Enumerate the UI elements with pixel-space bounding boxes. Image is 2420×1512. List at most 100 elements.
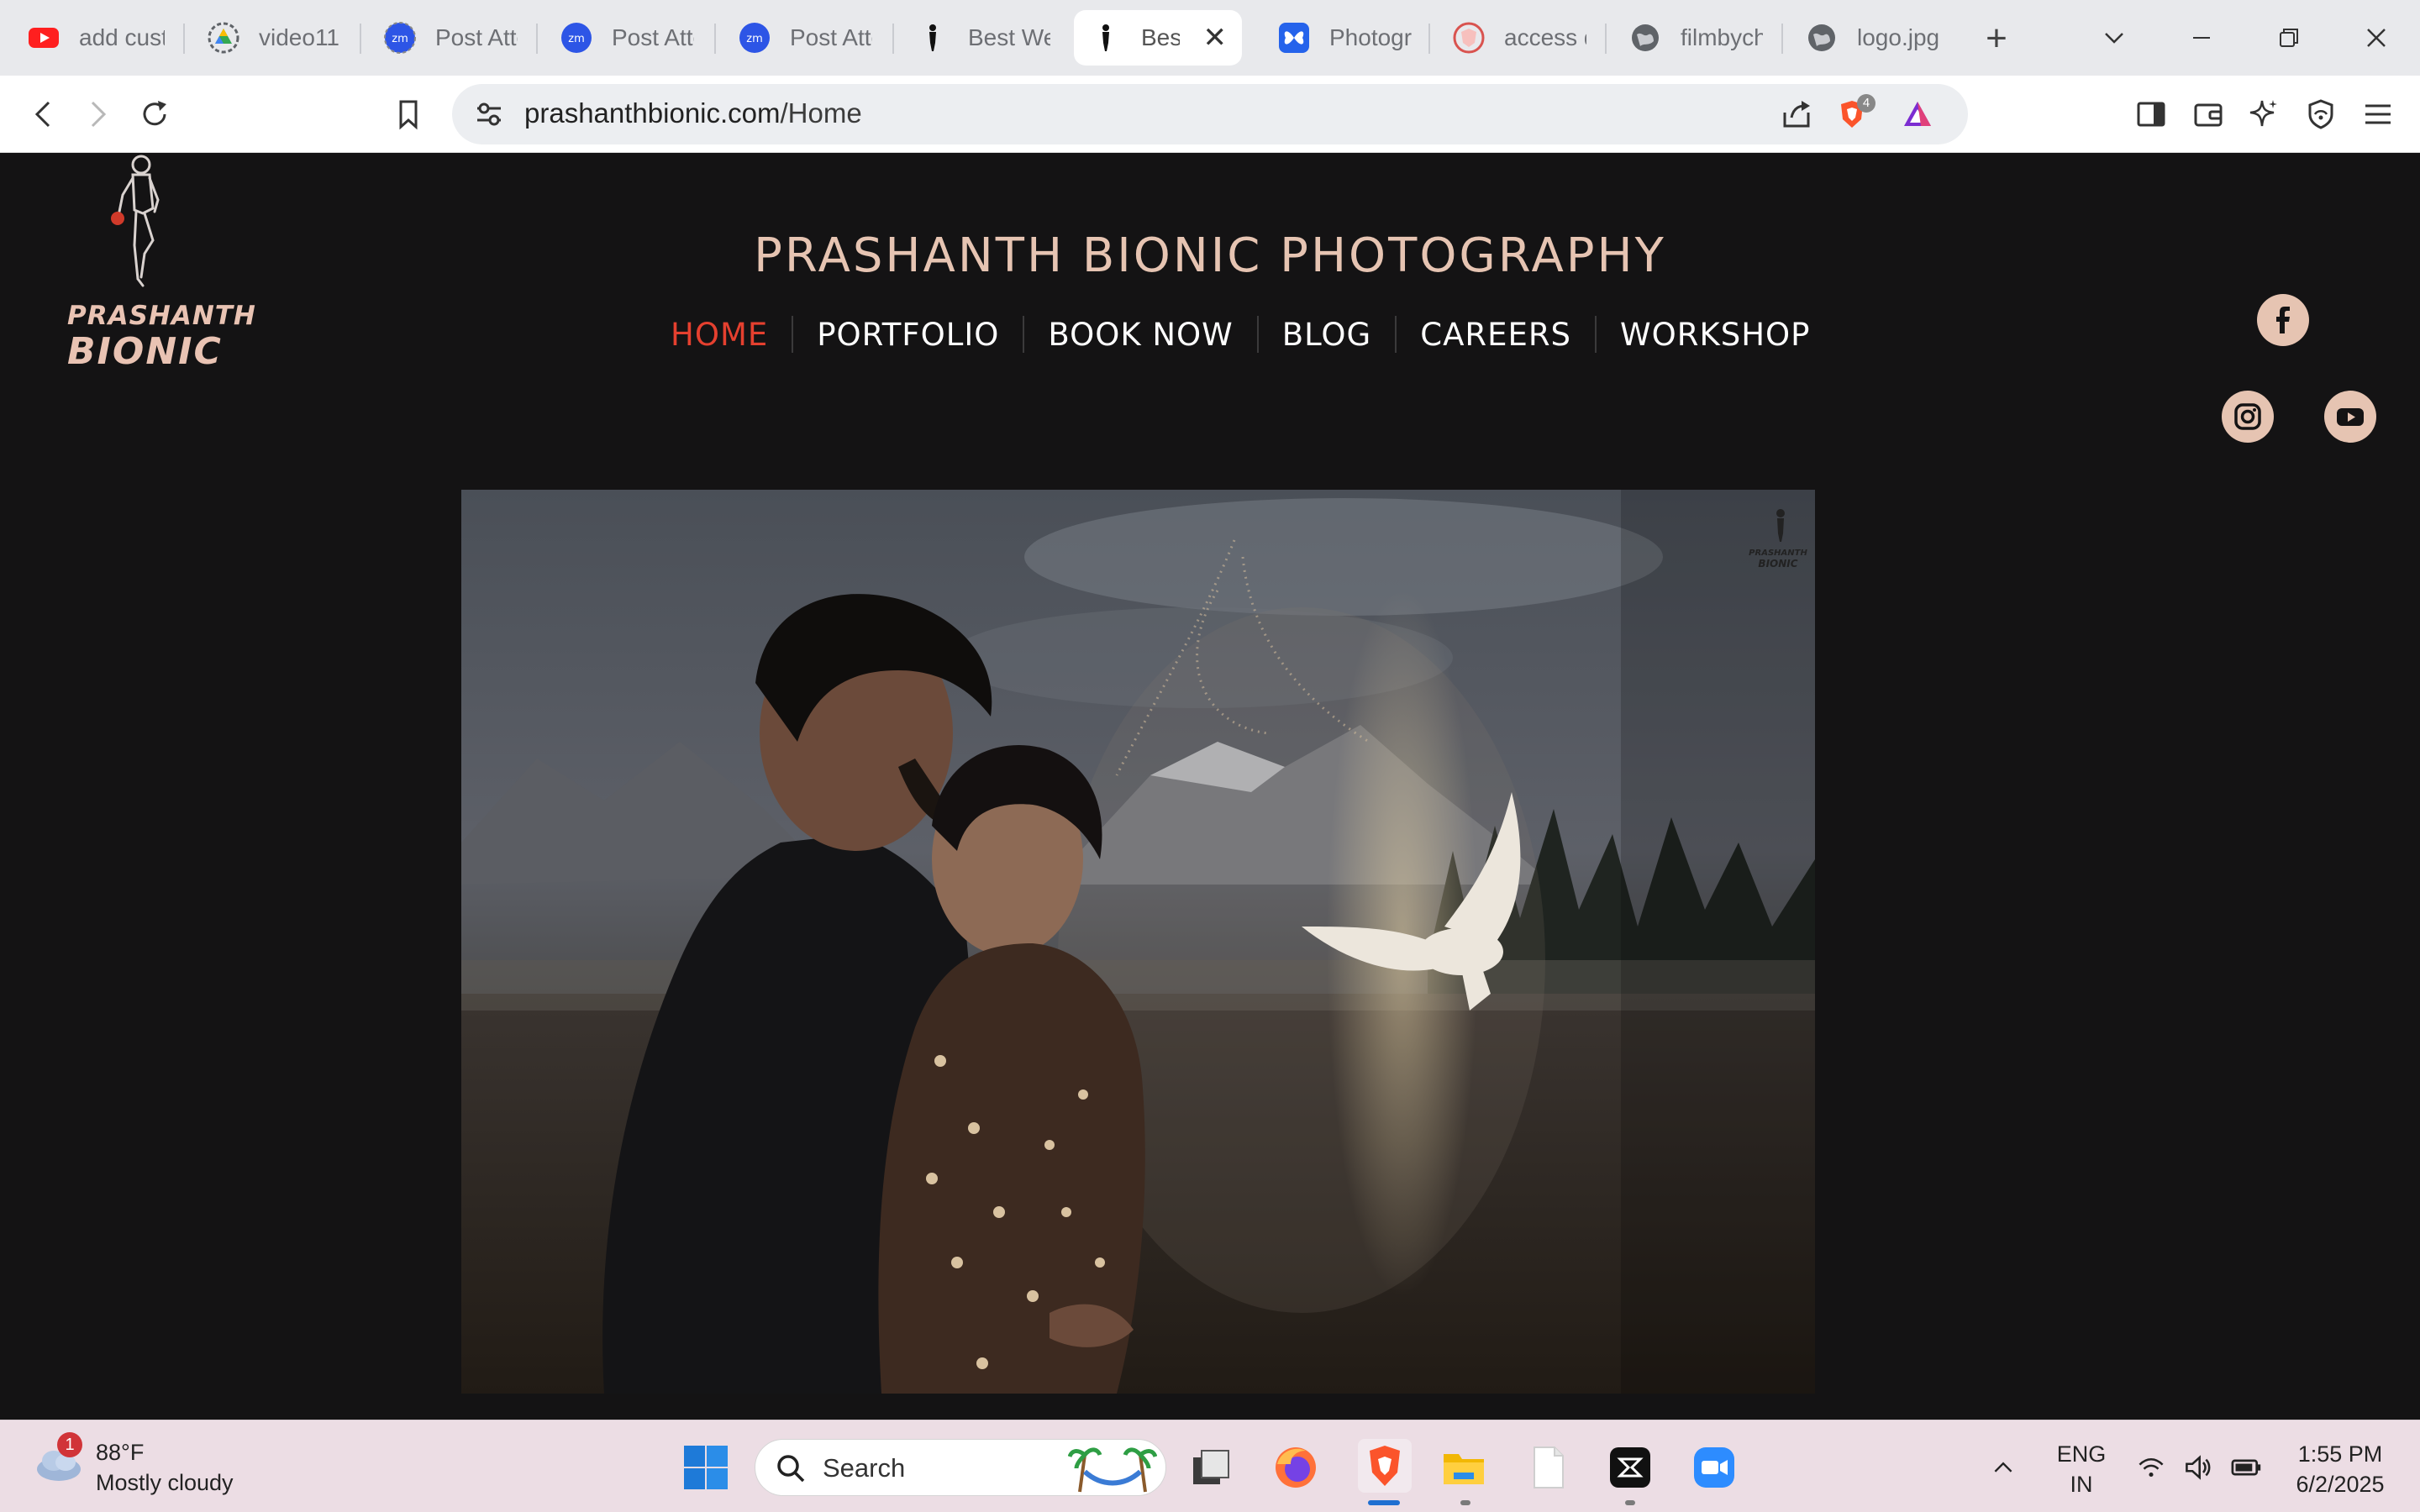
taskbar-search[interactable]: Search — [755, 1439, 1166, 1496]
tab-divider — [536, 24, 538, 54]
main-menu-button[interactable] — [2358, 94, 2398, 134]
browser-tab[interactable]: zm Post Atte — [544, 10, 709, 66]
browser-tab[interactable]: video11 — [192, 10, 356, 66]
tab-search-button[interactable] — [2070, 0, 2158, 76]
wifi-status[interactable] — [2134, 1444, 2168, 1491]
wifi-icon — [2139, 1457, 2164, 1478]
volume-status[interactable] — [2181, 1444, 2215, 1491]
tab-label: logo.jpg — [1857, 24, 1939, 50]
notepad-app[interactable] — [1524, 1444, 1571, 1491]
couple-composite-photo — [461, 490, 1815, 1394]
rewards-triangle-icon — [1904, 102, 1931, 126]
shield-icon — [2308, 99, 2333, 129]
nav-careers[interactable]: CAREERS — [1397, 317, 1595, 353]
google-drive-icon — [207, 21, 240, 55]
tab-divider — [1781, 24, 1783, 54]
sidebar-icon — [2137, 102, 2165, 127]
tab-divider — [714, 24, 716, 54]
facebook-link[interactable] — [2257, 294, 2309, 346]
brave-icon — [1370, 1446, 1400, 1486]
minimize-button[interactable] — [2158, 0, 2245, 76]
site-settings-icon[interactable] — [471, 96, 508, 133]
task-view-button[interactable] — [1188, 1444, 1235, 1491]
youtube-link[interactable] — [2324, 391, 2376, 443]
share-button[interactable] — [1778, 96, 1815, 133]
battery-icon — [2231, 1459, 2261, 1476]
tab-divider — [183, 24, 185, 54]
windows-taskbar: 1 88°F Mostly cloudy Search ENG IN 1:55 … — [0, 1420, 2420, 1512]
tab-divider — [892, 24, 894, 54]
capcut-app[interactable] — [1607, 1444, 1654, 1491]
show-hidden-icons-button[interactable] — [1986, 1444, 2020, 1491]
share-icon — [1783, 101, 1810, 128]
wallet-icon — [2194, 103, 2223, 127]
tab-label: Post Atte — [435, 24, 518, 50]
browser-tab[interactable]: access d — [1437, 10, 1602, 66]
nav-book-now[interactable]: BOOK NOW — [1024, 317, 1256, 353]
svg-text:zm: zm — [392, 33, 408, 45]
shield-tab-icon — [1452, 21, 1486, 55]
forward-button[interactable] — [77, 94, 118, 134]
browser-tab[interactable]: filmbych — [1613, 10, 1778, 66]
nav-home[interactable]: HOME — [647, 317, 792, 353]
address-bar[interactable]: prashanthbionic.com/Home 4 — [452, 84, 1968, 144]
tab-label: Best — [1141, 24, 1180, 50]
browser-tab[interactable]: add cust — [12, 10, 180, 66]
close-tab-icon[interactable]: ✕ — [1203, 21, 1228, 55]
capcut-icon — [1610, 1447, 1650, 1488]
tab-divider — [360, 24, 361, 54]
file-explorer-app[interactable] — [1440, 1444, 1487, 1491]
brave-app[interactable] — [1358, 1439, 1412, 1493]
close-window-button[interactable] — [2333, 0, 2420, 76]
brave-rewards-button[interactable] — [1899, 96, 1936, 133]
web-page: PRASHANTH BIONIC PRASHANTH BIONIC PHOTOG… — [0, 153, 2420, 1420]
chevron-down-icon — [2105, 33, 2123, 44]
weather-widget[interactable]: 1 88°F Mostly cloudy — [34, 1432, 234, 1498]
nav-blog[interactable]: BLOG — [1259, 317, 1395, 353]
start-button[interactable] — [682, 1444, 729, 1491]
browser-tab-active[interactable]: Best ✕ — [1074, 10, 1242, 66]
bookmark-icon — [399, 100, 418, 130]
watermark-text: PRASHANTH BIONIC — [1749, 549, 1807, 569]
tab-label: add cust — [79, 24, 165, 50]
leo-ai-button[interactable] — [2244, 94, 2284, 134]
beach-hammock-icon — [1068, 1447, 1157, 1493]
browser-tab[interactable]: Best We — [901, 10, 1065, 66]
wallet-button[interactable] — [2188, 94, 2228, 134]
sparkle-icon — [2249, 100, 2277, 127]
vpn-button[interactable] — [2301, 94, 2341, 134]
bookmark-button[interactable] — [388, 94, 429, 134]
sidebar-toggle-button[interactable] — [2131, 94, 2171, 134]
clock[interactable]: 1:55 PM 6/2/2025 — [2286, 1439, 2395, 1499]
battery-status[interactable] — [2228, 1444, 2265, 1491]
reload-button[interactable] — [134, 94, 175, 134]
browser-tab[interactable]: Photogr — [1262, 10, 1427, 66]
instagram-link[interactable] — [2222, 391, 2274, 443]
tab-label: Post Atte — [790, 24, 872, 50]
active-app-indicator — [1368, 1500, 1400, 1505]
firefox-icon — [1276, 1447, 1316, 1488]
window-controls — [2070, 0, 2420, 76]
browser-tab[interactable]: logo.jpg — [1790, 10, 1954, 66]
zoom-icon: zm — [383, 21, 417, 55]
back-button[interactable] — [24, 94, 64, 134]
url-text[interactable]: prashanthbionic.com/Home — [524, 97, 862, 129]
browser-tab[interactable]: zm Post Atte — [723, 10, 887, 66]
browser-tab[interactable]: zm Post Atte — [368, 10, 533, 66]
language-indicator[interactable]: ENG IN — [2050, 1439, 2112, 1499]
chevron-up-icon — [1994, 1462, 2012, 1473]
youtube-icon — [2337, 408, 2364, 426]
site-logo-icon — [1089, 21, 1123, 55]
new-tab-button[interactable]: + — [1976, 18, 2017, 59]
nav-portfolio[interactable]: PORTFOLIO — [793, 317, 1023, 353]
zoom-app[interactable] — [1691, 1444, 1738, 1491]
tab-label: filmbych — [1681, 24, 1763, 50]
tab-label: Best We — [968, 24, 1050, 50]
restore-button[interactable] — [2245, 0, 2333, 76]
nav-workshop[interactable]: WORKSHOP — [1597, 317, 1833, 353]
firefox-app[interactable] — [1272, 1444, 1319, 1491]
app-running-indicator — [1625, 1500, 1635, 1505]
app-running-indicator — [1460, 1500, 1470, 1505]
brave-shields-button[interactable]: 4 — [1833, 94, 1876, 133]
zoom-icon: zm — [738, 21, 771, 55]
